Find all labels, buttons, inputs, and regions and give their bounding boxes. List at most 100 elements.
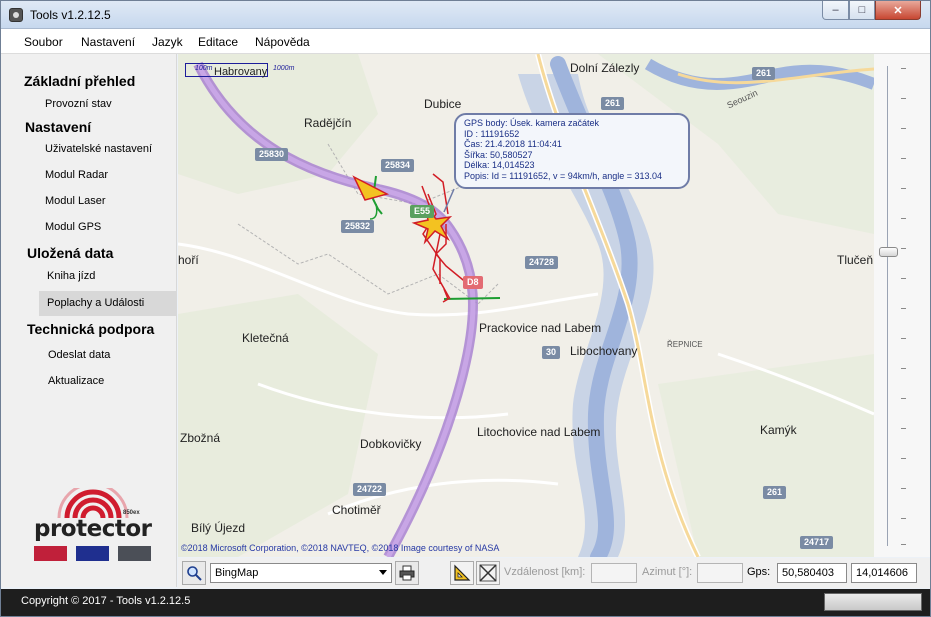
zoom-track <box>887 66 888 546</box>
zoom-tick <box>901 218 906 219</box>
menu-editace[interactable]: Editace <box>198 35 238 49</box>
zoom-tick <box>901 308 906 309</box>
zoom-search-button[interactable] <box>182 561 206 585</box>
road-shield: 25834 <box>381 159 415 172</box>
zoom-tick <box>901 158 906 159</box>
app-icon <box>9 8 23 22</box>
bottom-toolbar: BingMap Vzdálenost [km]: Azimut [°]: Gps… <box>178 558 930 588</box>
zoom-tick <box>901 248 906 249</box>
gps-info-line: Šířka: 50,580527 <box>464 149 533 160</box>
sidebar-heading-settings: Nastavení <box>25 119 92 135</box>
close-button[interactable]: ✕ <box>875 1 921 20</box>
gps-info-line: GPS body: Úsek. kamera začátek <box>464 118 600 128</box>
close-icon: ✕ <box>893 4 903 17</box>
map-place: hoří <box>178 253 199 267</box>
logo-text: protector <box>34 516 152 542</box>
window-title: Tools v1.2.12.5 <box>30 8 111 22</box>
road-shield: 25832 <box>341 220 375 233</box>
sidebar-item-update[interactable]: Aktualizace <box>48 375 104 387</box>
sidebar-item-gps[interactable]: Modul GPS <box>45 221 101 233</box>
zoom-tick <box>901 518 906 519</box>
zoom-tick <box>901 398 906 399</box>
menu-jazyk[interactable]: Jazyk <box>152 35 183 49</box>
sidebar-item-kniha-jizd[interactable]: Kniha jízd <box>47 270 95 282</box>
zoom-tick <box>901 278 906 279</box>
map-place: Prackovice nad Labem <box>479 321 602 335</box>
gps-info-line: Popis: Id = 11191652, v = 94km/h, angle … <box>464 170 663 181</box>
app-window: Tools v1.2.12.5 – □ ✕ Soubor Nastavení J… <box>0 0 931 617</box>
road-shield: 261 <box>752 67 776 80</box>
map-place: Dubice <box>424 97 462 111</box>
map-copyright: ©2018 Microsoft Corporation, ©2018 NAVTE… <box>181 543 500 553</box>
map-place: ŘEPNICE <box>667 340 703 349</box>
zoom-thumb[interactable] <box>879 247 898 257</box>
map-place: Dobkovičky <box>360 437 422 451</box>
clear-measure-button[interactable] <box>476 561 500 585</box>
road-shield: 261 <box>601 97 625 110</box>
minimize-icon: – <box>832 4 839 16</box>
distance-label: Vzdálenost [km]: <box>504 566 586 578</box>
scale-place-label: Habrovany <box>214 66 268 78</box>
menu-napoveda[interactable]: Nápověda <box>255 35 310 49</box>
gps-longitude-field[interactable]: 14,014606 <box>851 563 917 583</box>
map-source-value: BingMap <box>215 567 259 579</box>
sidebar: Základní přehled Provozní stav Nastavení… <box>1 54 177 587</box>
status-progress <box>824 593 922 611</box>
minimize-button[interactable]: – <box>822 1 849 20</box>
road-shield: 30 <box>542 346 561 359</box>
zoom-tick <box>901 68 906 69</box>
menu-nastaveni[interactable]: Nastavení <box>81 35 135 49</box>
menu-soubor[interactable]: Soubor <box>24 35 63 49</box>
gps-info-line: ID : 11191652 <box>464 128 520 139</box>
map-place: Kamýk <box>760 423 797 437</box>
gps-info-line: Délka: 14,014523 <box>464 160 535 170</box>
zoom-tick <box>901 458 906 459</box>
cross-icon <box>479 564 497 582</box>
map-place: Litochovice nad Labem <box>477 425 601 439</box>
map-place: Zbožná <box>180 431 221 445</box>
sidebar-heading-saved-data: Uložená data <box>27 245 114 261</box>
zoom-tick <box>901 428 906 429</box>
sidebar-item-user-settings[interactable]: Uživatelské nastavení <box>45 143 152 155</box>
azimuth-field[interactable] <box>697 563 743 583</box>
logo-subtext: 850ex <box>123 510 140 516</box>
maximize-button[interactable]: □ <box>849 1 875 20</box>
map-view[interactable]: 100m Habrovany 1000m Dolní Zálezly Dubic… <box>178 54 874 557</box>
azimuth-label: Azimut [°]: <box>642 566 693 578</box>
sidebar-item-send-data[interactable]: Odeslat data <box>48 349 110 361</box>
title-bar: Tools v1.2.12.5 – □ ✕ <box>1 1 930 29</box>
scale-label-large: 1000m <box>273 65 295 72</box>
sidebar-item-radar[interactable]: Modul Radar <box>45 169 108 181</box>
road-shield: D8 <box>463 276 483 289</box>
gps-info-line: Čas: 21.4.2018 11:04:41 <box>464 139 562 149</box>
map-place: Chotiměř <box>332 503 381 517</box>
road-shield: 24722 <box>353 483 387 496</box>
status-bar: Copyright © 2017 - Tools v1.2.12.5 <box>1 589 930 616</box>
zoom-tick <box>901 98 906 99</box>
map-source-select[interactable]: BingMap <box>210 563 392 583</box>
distance-field[interactable] <box>591 563 637 583</box>
menu-bar: Soubor Nastavení Jazyk Editace Nápověda <box>1 29 930 54</box>
sidebar-item-laser[interactable]: Modul Laser <box>45 195 106 207</box>
logo-block-red <box>34 546 67 561</box>
chevron-down-icon <box>379 570 387 575</box>
sidebar-heading-overview: Základní přehled <box>24 73 136 89</box>
sidebar-item-provozni-stav[interactable]: Provozní stav <box>45 98 112 110</box>
measure-button[interactable] <box>450 561 474 585</box>
map-place: Kletečná <box>242 331 289 345</box>
status-copyright: Copyright © 2017 - Tools v1.2.12.5 <box>21 595 191 607</box>
sidebar-item-label: Poplachy a Události <box>47 297 145 309</box>
map-place: Tlučeň <box>837 253 874 267</box>
protector-logo: protector 850ex <box>29 488 169 580</box>
map-scale: 100m Habrovany 1000m <box>185 63 294 78</box>
print-button[interactable] <box>395 561 419 585</box>
magnifier-icon <box>187 566 202 581</box>
zoom-slider[interactable] <box>874 54 930 557</box>
scale-label-small: 100m <box>195 65 213 72</box>
zoom-tick <box>901 188 906 189</box>
zoom-tick <box>901 338 906 339</box>
sidebar-item-alarms-events[interactable]: Poplachy a Události <box>39 291 177 316</box>
gps-latitude-field[interactable]: 50,580403 <box>777 563 847 583</box>
logo-block-gray <box>118 546 151 561</box>
road-shield: 24717 <box>800 536 834 549</box>
